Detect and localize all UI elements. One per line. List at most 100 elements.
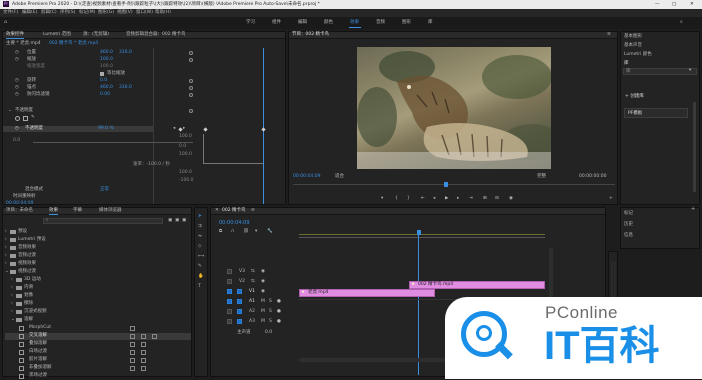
reset-icon[interactable] [189, 86, 193, 90]
stopwatch-icon[interactable]: ◷ [15, 78, 19, 84]
workspace-learn[interactable]: 学习 [246, 20, 255, 26]
monitor-playhead[interactable] [444, 182, 448, 187]
source-patch-a1[interactable] [227, 299, 232, 304]
library-search-field[interactable]: 库 [623, 68, 697, 75]
param-value[interactable]: 100.0 [100, 57, 113, 63]
add-panel-icon[interactable]: + [691, 206, 695, 213]
maximize-button[interactable]: □ [672, 2, 676, 8]
search-icon[interactable]: ⌕ [680, 19, 683, 26]
track-select-tool-icon[interactable]: ⇉ [198, 224, 202, 230]
workspace-color[interactable]: 颜色 [324, 20, 333, 26]
param-value[interactable]: 316.0 [119, 85, 132, 91]
menu-help[interactable]: 帮助(H) [155, 10, 171, 16]
param-value[interactable]: 460.0 [100, 50, 113, 56]
mute-button[interactable]: M [261, 309, 265, 315]
ellipse-mask-icon[interactable] [15, 116, 20, 121]
source-clip-label[interactable]: 主要 * 老虎.mp4 [6, 41, 41, 47]
track-target-a2[interactable] [237, 309, 242, 314]
tree-item-presets[interactable]: › 预设 [5, 229, 155, 236]
eye-icon[interactable]: ◉ [261, 269, 265, 275]
tree-item-dissolve[interactable]: ⌄ 溶解 [11, 317, 155, 324]
mic-icon[interactable]: ● [277, 319, 281, 325]
workspace-editing[interactable]: 编辑 [298, 20, 307, 26]
panel-markers[interactable]: 标记 [624, 211, 633, 217]
monitor-scrubber[interactable] [293, 184, 615, 185]
lock-icon[interactable] [227, 279, 232, 284]
tab-effects[interactable]: 效果 [49, 208, 58, 215]
tree-item-video-transitions[interactable]: ⌄ 视频过渡 [5, 269, 155, 276]
keyframe-marker[interactable] [203, 127, 208, 132]
tree-item-iris[interactable]: › 划像 [11, 293, 155, 300]
pen-mask-icon[interactable]: ✎ [31, 115, 35, 121]
tree-item-slide[interactable]: › 内滑 [11, 285, 155, 292]
stopwatch-icon[interactable]: ◷ [15, 57, 19, 63]
scrollbar[interactable] [693, 102, 696, 192]
effects-search-field[interactable]: ⌕ [43, 218, 163, 224]
panel-menu-icon[interactable]: ≡ [251, 208, 255, 214]
tree-item-audio-effects[interactable]: › 音频效果 [5, 245, 155, 252]
stopwatch-icon[interactable]: ◷ [15, 126, 19, 132]
tree-item-lumetri-presets[interactable]: › Lumetri 预设 [5, 237, 155, 244]
play-icon[interactable]: ▶ [445, 196, 448, 202]
stopwatch-icon[interactable]: ◷ [15, 85, 19, 91]
add-marker-icon[interactable]: ▾ [381, 196, 383, 202]
next-keyframe-icon[interactable]: ▸ [183, 126, 185, 132]
keyframe-marker[interactable] [261, 127, 266, 132]
track-target-a1[interactable] [237, 299, 242, 304]
param-value[interactable]: 0.00 [100, 92, 110, 98]
program-video-frame[interactable] [357, 47, 551, 169]
create-library-button[interactable]: + 创建库 [625, 94, 644, 100]
type-tool-icon[interactable]: T [198, 284, 201, 290]
reset-icon[interactable] [189, 93, 193, 97]
panel-essential-graphics[interactable]: 基本图形 [624, 34, 642, 40]
tree-item-wipe[interactable]: › 擦除 [11, 301, 155, 308]
reset-icon[interactable] [189, 51, 193, 55]
snap-icon[interactable]: ∩ [231, 229, 234, 235]
mark-in-icon[interactable]: { [395, 196, 398, 202]
lock-icon[interactable] [227, 309, 232, 314]
stopwatch-icon[interactable]: ◷ [15, 92, 19, 98]
param-value[interactable]: 100.0 [100, 64, 113, 70]
overwrite-icon[interactable]: ⊟ [495, 196, 499, 202]
eye-icon[interactable]: ◉ [261, 289, 265, 295]
mic-icon[interactable]: ● [277, 299, 281, 305]
program-timecode[interactable]: 00:00:04:09 [293, 174, 320, 180]
step-back-icon[interactable]: ◂ [433, 196, 435, 202]
tab-audio-clip-mixer[interactable]: 音频剪辑混合器：002 精卡鸟 [126, 32, 186, 38]
source-patch-v1[interactable] [227, 289, 232, 294]
add-keyframe-icon[interactable] [178, 127, 183, 132]
lock-icon[interactable] [227, 269, 232, 274]
ec-playhead[interactable] [263, 48, 264, 204]
workspace-audio[interactable]: 音频 [376, 20, 385, 26]
reset-icon[interactable] [189, 79, 193, 83]
solo-button[interactable]: S [269, 299, 272, 305]
library-item[interactable]: PF模板 [624, 108, 688, 118]
tab-effect-controls[interactable]: 效果控件 [6, 32, 24, 39]
more-options-icon[interactable]: ▾ [689, 68, 691, 74]
home-icon[interactable]: ⌂ [4, 19, 7, 26]
param-value[interactable]: 99.0 % [98, 126, 114, 132]
checkbox[interactable] [100, 72, 104, 76]
tree-item-3d-motion[interactable]: › 3D 运动 [11, 277, 155, 284]
wrench-icon[interactable]: 🔧 [267, 229, 273, 235]
selection-tool-icon[interactable]: ➤ [198, 214, 202, 220]
ripple-edit-tool-icon[interactable]: ⟛ [198, 234, 202, 240]
panel-menu-icon[interactable]: ≡ [607, 32, 611, 38]
param-value[interactable]: 460.0 [100, 85, 113, 91]
blend-mode-dropdown[interactable]: 正常 [100, 187, 109, 193]
tab-source[interactable]: 源：(无剪辑) [83, 32, 109, 38]
razor-tool-icon[interactable]: ◇ [198, 244, 201, 250]
tab-project[interactable]: 项目：未命名 [6, 208, 33, 214]
fit-dropdown[interactable]: 适合 [335, 174, 344, 180]
ec-row-opacity-selected[interactable]: ◷ 不透明度 99.0 % [3, 126, 153, 132]
sync-lock-icon[interactable]: ⇆ [251, 269, 255, 275]
time-ruler[interactable] [299, 237, 545, 238]
param-value[interactable]: 316.0 [119, 50, 132, 56]
tab-lumetri-scopes[interactable]: Lumetri 范围 [43, 32, 71, 38]
pen-tool-icon[interactable]: ✎ [198, 264, 202, 270]
workspace-effects[interactable]: 效果 [350, 20, 359, 26]
sequence-tab[interactable]: 002 精卡鸟 [222, 208, 246, 214]
go-to-in-icon[interactable]: ⇤ [421, 196, 425, 202]
slip-tool-icon[interactable]: ⟷ [198, 254, 204, 260]
workspace-libraries[interactable]: 库 [428, 20, 433, 26]
